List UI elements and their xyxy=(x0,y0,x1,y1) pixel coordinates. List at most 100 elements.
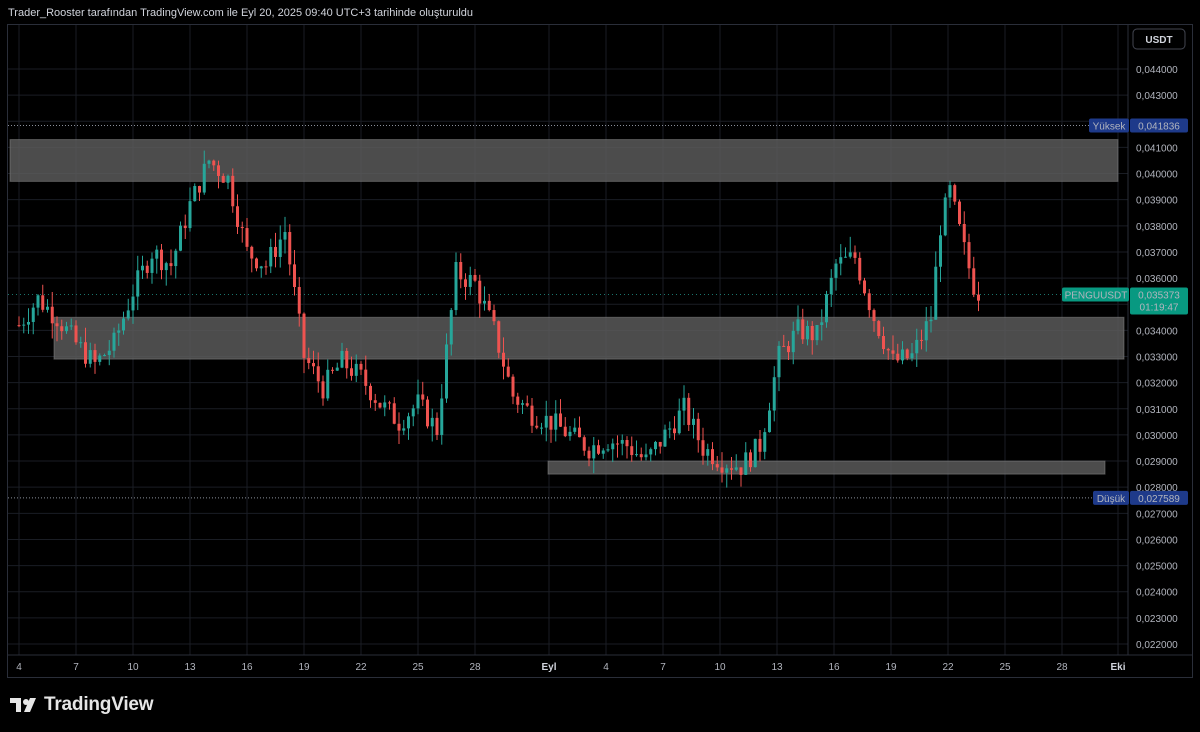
candle-body[interactable] xyxy=(677,410,681,434)
candle-body[interactable] xyxy=(692,418,695,425)
candle-body[interactable] xyxy=(929,319,933,322)
candle-body[interactable] xyxy=(920,339,923,341)
candle-body[interactable] xyxy=(563,426,567,437)
candle-body[interactable] xyxy=(582,437,586,451)
candle-body[interactable] xyxy=(525,403,529,406)
candle-body[interactable] xyxy=(834,263,838,278)
candle-body[interactable] xyxy=(88,350,92,364)
candle-body[interactable] xyxy=(487,300,491,311)
candle-body[interactable] xyxy=(934,266,938,320)
candle-body[interactable] xyxy=(535,425,539,428)
tradingview-logo[interactable]: TradingView xyxy=(10,694,154,716)
candle-body[interactable] xyxy=(791,330,795,353)
candle-body[interactable] xyxy=(763,432,767,452)
candle-body[interactable] xyxy=(787,346,790,353)
candle-body[interactable] xyxy=(592,445,596,459)
candle-body[interactable] xyxy=(497,321,501,353)
candle-body[interactable] xyxy=(31,307,35,322)
candle-body[interactable] xyxy=(316,366,320,382)
candle-body[interactable] xyxy=(36,295,40,308)
candle-body[interactable] xyxy=(606,449,610,451)
candle-body[interactable] xyxy=(335,367,339,371)
candle-body[interactable] xyxy=(169,263,173,267)
candle-body[interactable] xyxy=(164,263,168,271)
candle-body[interactable] xyxy=(962,223,966,243)
candle-body[interactable] xyxy=(93,350,97,362)
candle-body[interactable] xyxy=(905,349,909,359)
candle-body[interactable] xyxy=(649,449,653,455)
candle-body[interactable] xyxy=(644,454,648,458)
candle-body[interactable] xyxy=(943,197,947,236)
candle-body[interactable] xyxy=(601,450,605,454)
candle-body[interactable] xyxy=(882,336,885,350)
candle-body[interactable] xyxy=(331,369,334,371)
candle-body[interactable] xyxy=(202,163,206,193)
candle-body[interactable] xyxy=(183,225,187,229)
candle-body[interactable] xyxy=(639,454,643,458)
candle-body[interactable] xyxy=(711,449,714,465)
candle-body[interactable] xyxy=(107,350,111,356)
candle-body[interactable] xyxy=(188,201,192,229)
candle-body[interactable] xyxy=(283,232,287,240)
candle-body[interactable] xyxy=(198,186,201,193)
candle-body[interactable] xyxy=(872,310,876,322)
candle-body[interactable] xyxy=(568,431,572,437)
candle-body[interactable] xyxy=(445,344,448,399)
candle-body[interactable] xyxy=(777,345,781,378)
candle-body[interactable] xyxy=(174,250,178,267)
candle-body[interactable] xyxy=(426,399,429,427)
candle-body[interactable] xyxy=(84,342,87,364)
candle-body[interactable] xyxy=(910,353,914,359)
candle-body[interactable] xyxy=(554,413,558,430)
candle-body[interactable] xyxy=(459,262,463,280)
candle-body[interactable] xyxy=(464,279,467,287)
candle-body[interactable] xyxy=(364,369,368,386)
candle-body[interactable] xyxy=(516,396,520,405)
candle-body[interactable] xyxy=(103,355,106,357)
candle-body[interactable] xyxy=(193,186,197,202)
candle-body[interactable] xyxy=(521,403,524,405)
candle-body[interactable] xyxy=(259,266,263,269)
candle-body[interactable] xyxy=(896,353,900,361)
candle-body[interactable] xyxy=(98,355,102,362)
candle-body[interactable] xyxy=(117,330,121,333)
candle-body[interactable] xyxy=(65,326,68,332)
candle-body[interactable] xyxy=(701,440,705,456)
candle-body[interactable] xyxy=(658,441,662,447)
candle-body[interactable] xyxy=(288,232,292,265)
candle-body[interactable] xyxy=(122,318,125,331)
candle-body[interactable] xyxy=(411,408,415,417)
candle-body[interactable] xyxy=(141,265,144,271)
candle-body[interactable] xyxy=(867,293,871,311)
candle-body[interactable] xyxy=(625,440,629,447)
candle-body[interactable] xyxy=(801,319,805,340)
candle-body[interactable] xyxy=(245,228,249,247)
candle-body[interactable] xyxy=(297,287,301,314)
candle-body[interactable] xyxy=(440,398,444,435)
candle-body[interactable] xyxy=(753,438,757,468)
candle-body[interactable] xyxy=(483,300,486,304)
candle-body[interactable] xyxy=(136,270,140,297)
candle-body[interactable] xyxy=(236,206,239,227)
candle-body[interactable] xyxy=(587,450,591,459)
candle-body[interactable] xyxy=(179,225,182,251)
candle-body[interactable] xyxy=(948,185,952,198)
candle-body[interactable] xyxy=(231,175,235,207)
candle-body[interactable] xyxy=(687,397,691,425)
candle-body[interactable] xyxy=(160,249,163,271)
candle-body[interactable] xyxy=(468,274,472,287)
candle-body[interactable] xyxy=(402,428,406,431)
candle-body[interactable] xyxy=(725,468,729,473)
candle-body[interactable] xyxy=(953,185,957,202)
candle-body[interactable] xyxy=(630,446,634,456)
candle-body[interactable] xyxy=(829,277,833,295)
candle-body[interactable] xyxy=(369,385,372,401)
candle-body[interactable] xyxy=(207,160,211,164)
candle-body[interactable] xyxy=(734,467,738,470)
support-resistance-zone[interactable] xyxy=(547,460,1106,475)
candle-body[interactable] xyxy=(340,350,344,368)
candle-body[interactable] xyxy=(820,322,824,326)
candle-body[interactable] xyxy=(278,239,282,257)
candle-body[interactable] xyxy=(354,363,358,376)
candle-body[interactable] xyxy=(112,332,116,351)
